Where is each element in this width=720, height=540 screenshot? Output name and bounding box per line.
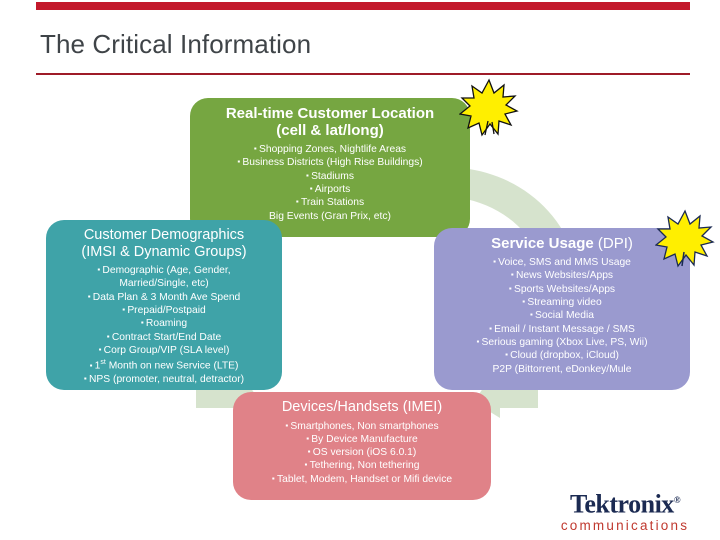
list-item: OS version (iOS 6.0.1) xyxy=(239,446,485,459)
list-item: Business Districts (High Rise Buildings) xyxy=(196,156,464,169)
registered-trademark-icon: ® xyxy=(673,495,681,505)
list-item: Data Plan & 3 Month Ave Spend xyxy=(52,291,276,304)
box-customer-demographics-list: Demographic (Age, Gender, Married/Single… xyxy=(46,260,282,386)
box-devices-handsets: Devices/Handsets (IMEI) Smartphones, Non… xyxy=(233,392,491,500)
box-customer-location: Real-time Customer Location (cell & lat/… xyxy=(190,98,470,237)
box-customer-location-heading: Real-time Customer Location (cell & lat/… xyxy=(190,98,470,139)
page-title: The Critical Information xyxy=(40,29,312,59)
tektronix-logo: Tektronix® communications xyxy=(545,487,705,534)
box-service-usage-heading: Service Usage (DPI) xyxy=(434,228,690,252)
list-item: Streaming video xyxy=(440,296,684,309)
starburst-icon xyxy=(459,78,519,137)
starburst-icon xyxy=(655,209,715,268)
list-item: Serious gaming (Xbox Live, PS, Wii) xyxy=(440,336,684,349)
list-item: Email / Instant Message / SMS xyxy=(440,323,684,336)
list-item: Contract Start/End Date xyxy=(52,331,276,344)
list-item: By Device Manufacture xyxy=(239,433,485,446)
list-item: Tablet, Modem, Handset or Mifi device xyxy=(239,473,485,486)
list-item: P2P (Bittorrent, eDonkey/Mule xyxy=(492,363,632,375)
box-service-usage: Service Usage (DPI) Voice, SMS and MMS U… xyxy=(434,228,690,390)
logo-brand: Tektronix® xyxy=(545,487,705,518)
list-item: NPS (promoter, neutral, detractor) xyxy=(52,373,276,386)
box-service-usage-heading-strong: Service Usage xyxy=(491,235,594,252)
list-item: Train Stations xyxy=(196,196,464,209)
box-devices-handsets-list: Smartphones, Non smartphones By Device M… xyxy=(233,416,491,487)
list-item: Cloud (dropbox, iCloud) xyxy=(440,349,684,362)
box-service-usage-list: Voice, SMS and MMS Usage News Websites/A… xyxy=(434,252,690,376)
list-item: Prepaid/Postpaid xyxy=(52,304,276,317)
slide-canvas: The Critical Information Real-time Custo… xyxy=(0,0,720,540)
list-item: Smartphones, Non smartphones xyxy=(239,420,485,433)
ordinal-text: Month on new Service (LTE) xyxy=(108,360,239,372)
ordinal-suffix: st xyxy=(100,359,106,367)
list-item: Voice, SMS and MMS Usage xyxy=(440,256,684,269)
list-item: Married/Single, etc) xyxy=(119,278,209,290)
box-customer-demographics-heading: Customer Demographics (IMSI & Dynamic Gr… xyxy=(46,220,282,260)
logo-brand-text: Tektronix xyxy=(569,489,674,519)
list-item: Roaming xyxy=(52,317,276,330)
list-item: Shopping Zones, Nightlife Areas xyxy=(196,143,464,156)
list-item: Demographic (Age, Gender, xyxy=(52,264,276,277)
top-accent-bar xyxy=(36,2,690,10)
box-customer-demographics-heading-line2: (IMSI & Dynamic Groups) xyxy=(81,243,247,260)
box-service-usage-heading-rest: (DPI) xyxy=(593,235,633,252)
list-item: Sports Websites/Apps xyxy=(440,283,684,296)
list-item: Stadiums xyxy=(196,170,464,183)
list-item: Airports xyxy=(196,183,464,196)
box-customer-demographics-heading-line1: Customer Demographics xyxy=(83,227,245,243)
box-devices-handsets-heading: Devices/Handsets (IMEI) xyxy=(281,399,443,415)
box-customer-location-heading-line2: (cell & lat/long) xyxy=(276,122,384,139)
list-item: Tethering, Non tethering xyxy=(239,459,485,472)
box-customer-demographics: Customer Demographics (IMSI & Dynamic Gr… xyxy=(46,220,282,390)
logo-tagline: communications xyxy=(560,517,690,533)
box-customer-location-list: Shopping Zones, Nightlife Areas Business… xyxy=(190,139,470,223)
title-divider-rule xyxy=(36,73,690,75)
list-item: Social Media xyxy=(440,309,684,322)
box-customer-location-heading-line1: Real-time Customer Location xyxy=(225,105,435,122)
list-item: Corp Group/VIP (SLA level) xyxy=(52,344,276,357)
list-item-ordinal: 1st Month on new Service (LTE) xyxy=(52,357,276,373)
list-item: News Websites/Apps xyxy=(440,269,684,282)
